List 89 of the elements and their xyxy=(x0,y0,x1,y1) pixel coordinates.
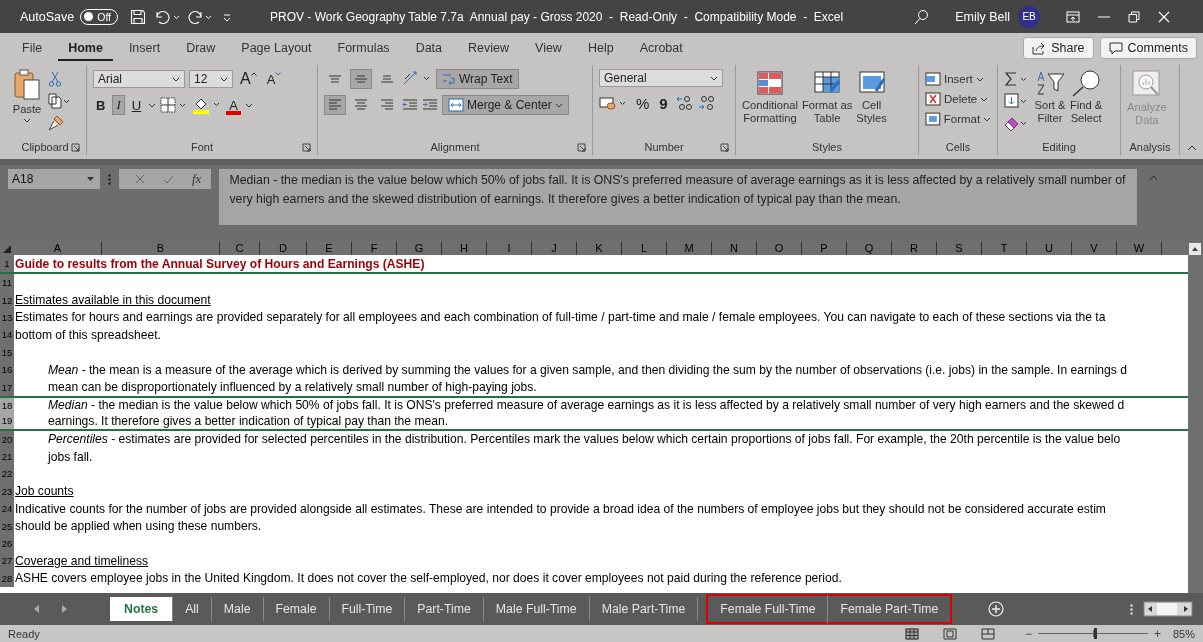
row-number[interactable]: 14 xyxy=(0,326,14,344)
cell-text: Job counts xyxy=(15,484,74,499)
ribbon-tab[interactable]: Home xyxy=(58,35,113,61)
cell-text: earnings. It therefore gives a better indication of typical pay than the mean. xyxy=(47,413,448,428)
cell-text: Percentiles - estimates are provided for selected percentiles in the distribution. Percentiles mark the values below which certain proportions of jobs fall. For example, the 20th percentile is the value belo xyxy=(47,432,1121,447)
share-button[interactable]: Share xyxy=(1023,37,1094,59)
ribbon-tab[interactable]: Insert xyxy=(118,35,171,61)
group-label: Styles xyxy=(812,141,842,153)
ribbon-tab[interactable]: Draw xyxy=(176,35,226,61)
cell-text: Coverage and timeliness xyxy=(15,553,149,568)
zoom-out-button[interactable]: − xyxy=(1024,626,1032,641)
ribbon-tab[interactable]: Acrobat xyxy=(629,35,693,61)
styles-button[interactable]: Conditional Formatting xyxy=(742,69,798,126)
cell-text: Estimates available in this document xyxy=(15,293,211,308)
row-number[interactable]: 25 xyxy=(0,517,14,535)
row-number[interactable]: 17 xyxy=(0,378,14,396)
group-label: Analysis xyxy=(1129,141,1171,153)
name-box[interactable]: A18 xyxy=(8,169,100,189)
cells-button[interactable]: Insert xyxy=(925,69,991,89)
shrink-font-button[interactable]: A xyxy=(263,69,285,89)
cell-text: mean can be disproportionately influenced by a relatively small number of high-paying jobs. xyxy=(47,380,537,395)
font-name-field[interactable]: Arial xyxy=(93,70,185,88)
editing-button[interactable]: Sort & Filter xyxy=(1034,69,1066,126)
italic-button[interactable]: I xyxy=(112,95,125,115)
group-label: Font xyxy=(191,141,213,153)
sheet-tab[interactable]: Male xyxy=(211,597,264,621)
row-number[interactable]: 19 xyxy=(0,413,14,429)
group-label: Clipboard xyxy=(21,141,69,153)
sheet-tab[interactable]: Notes xyxy=(110,597,174,621)
sheet-tab[interactable]: Full-Time xyxy=(329,597,406,621)
row-number[interactable]: 1 xyxy=(0,255,14,272)
group-label: Cells xyxy=(945,141,971,153)
paste-button[interactable]: Paste xyxy=(10,69,44,124)
cell-text: Estimates for hours and earnings are provided separately for all employees and each combination of full-time / part-time and male / female employees. You can navigate to each of these sections via the ta xyxy=(15,310,1106,325)
styles-button[interactable]: Cell Styles xyxy=(856,69,887,126)
autosave-label: AutoSave xyxy=(20,9,75,24)
sheet-tab[interactable]: Female xyxy=(263,597,330,621)
wrap-text-button[interactable]: Wrap Text xyxy=(436,69,519,89)
zoom-level[interactable]: 85% xyxy=(1172,627,1195,640)
row-number[interactable]: 24 xyxy=(0,500,14,518)
cell-text: Median - the median is the value below which 50% of jobs fall. It is ONS's preferred measure of average earnings as it is less affected by a relatively small number of very high earners and the skewed d xyxy=(47,398,1125,413)
ribbon-tab[interactable]: Formulas xyxy=(327,35,400,61)
sheet-tab[interactable]: All xyxy=(173,597,212,621)
user-name: Emily Bell xyxy=(955,9,1011,24)
cell-text: jobs fall. xyxy=(46,449,93,464)
cells-button[interactable]: Format xyxy=(925,109,991,129)
cells-button[interactable]: Delete xyxy=(925,89,991,109)
window-title: PROV - Work Geography Table 7.7a Annual pay - Gross 2020 - Read-Only - Compatibility Mode - Excel xyxy=(270,9,844,24)
bold-button[interactable]: B xyxy=(93,95,109,115)
cell-text: ASHE covers employee jobs in the United Kingdom. It does not cover the self-employed, nor does it cover employees not paid during the reference period. xyxy=(15,571,842,586)
insert-function-button[interactable]: fx xyxy=(192,171,202,187)
group-label: Number xyxy=(644,141,684,153)
sheet-tab[interactable]: Female Full-Time xyxy=(706,594,829,624)
comma-button[interactable]: 9 xyxy=(656,93,671,113)
row-number[interactable]: 11 xyxy=(0,274,14,292)
group-label: Editing xyxy=(1042,141,1076,153)
cell-text: Mean - the mean is a measure of the average which is derived by summing the values for a given sample, and then dividing the sum by the number of observations (i.e. jobs) in the sample. In earnings d xyxy=(47,362,1127,377)
underline-button[interactable]: U xyxy=(128,95,145,115)
row-number[interactable]: 22 xyxy=(0,465,14,483)
editing-button[interactable]: Find & Select xyxy=(1070,69,1103,126)
sheet-tab[interactable]: Male Part-Time xyxy=(589,597,699,621)
ribbon-tab[interactable]: File xyxy=(12,35,53,61)
row-number[interactable]: 12 xyxy=(0,291,14,309)
ribbon-tab[interactable]: Page Layout xyxy=(231,35,322,61)
formula-field[interactable]: Median - the median is the value below which 50% of jobs fall. It is ONS's preferred measure of average earnings as it is less affected by a relatively small number of very high earners and the skewed distribution of earnings. It therefore gives a better indication of typical pay than the mean. xyxy=(219,169,1138,225)
percent-button[interactable]: % xyxy=(633,93,653,113)
group-label: Alignment xyxy=(430,141,480,153)
ribbon-tab[interactable]: View xyxy=(525,35,572,61)
sheet-tab[interactable]: Male Full-Time xyxy=(483,597,590,621)
row-number[interactable]: 18 xyxy=(0,397,14,414)
cell-text: Guide to results from the Annual Survey of Hours and Earnings (ASHE) xyxy=(15,256,425,271)
status-text: Ready xyxy=(8,627,40,640)
ribbon-tab[interactable]: Review xyxy=(458,35,520,61)
sheet-tab[interactable]: Part-Time xyxy=(405,597,484,621)
styles-button[interactable]: Format as Table xyxy=(802,69,853,126)
cell-text: Indicative counts for the number of jobs are provided alongside all estimates. These are intended to provide a broad idea of the numbers of employee jobs but they should not be considered accurate estim xyxy=(15,501,1106,516)
user-avatar[interactable]: EB xyxy=(1018,5,1041,28)
font-size-field[interactable]: 12 xyxy=(189,70,233,88)
comments-button[interactable]: Comments xyxy=(1099,37,1197,59)
cell-text: should be applied when using these numbers. xyxy=(15,519,262,534)
grow-font-button[interactable]: A xyxy=(237,69,260,89)
merge-center-button[interactable]: Merge & Center xyxy=(442,95,569,115)
ribbon-tab[interactable]: Help xyxy=(577,35,624,61)
font-color-button[interactable]: A xyxy=(226,95,241,115)
row-number[interactable]: 27 xyxy=(0,552,14,570)
ribbon-tab[interactable]: Data xyxy=(405,35,453,61)
zoom-in-button[interactable]: + xyxy=(1153,626,1161,641)
number-format-field[interactable]: General xyxy=(599,69,723,87)
cell-text: bottom of this spreadsheet. xyxy=(15,327,161,342)
